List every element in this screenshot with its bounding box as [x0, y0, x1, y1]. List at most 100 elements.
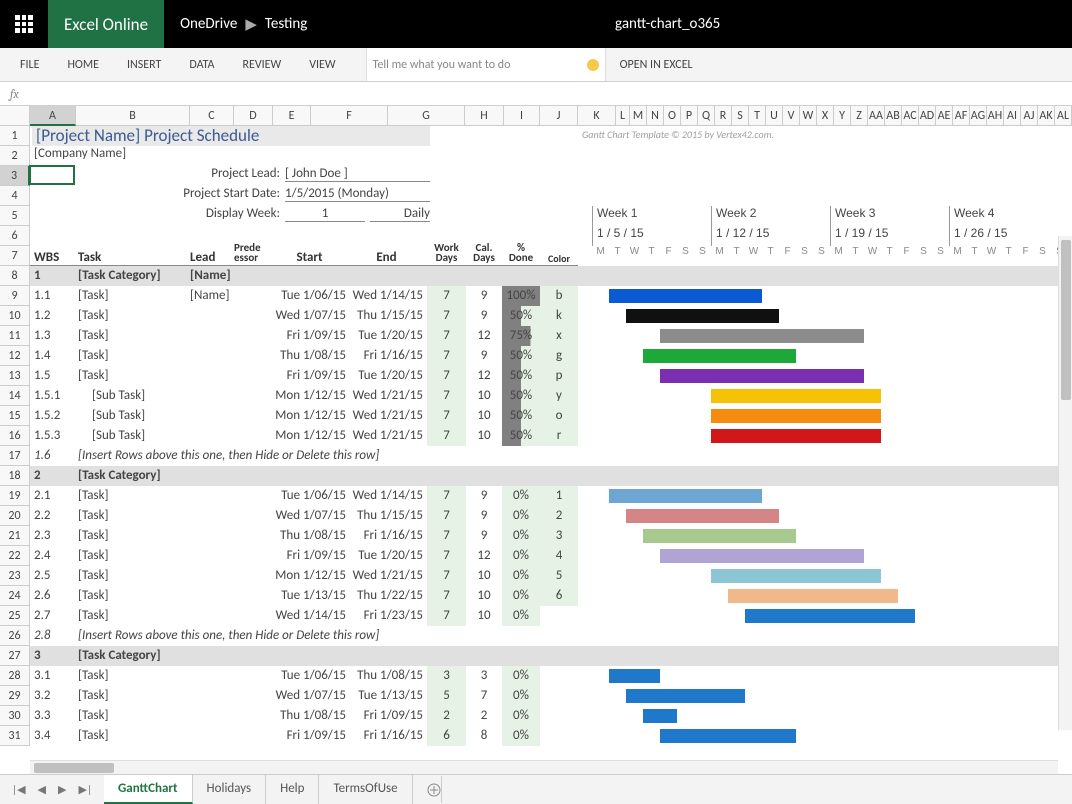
col-AL[interactable]: AL [1055, 106, 1072, 126]
sheet-tab-ganttchart[interactable]: GanttChart [104, 775, 193, 804]
col-W[interactable]: W [800, 106, 817, 126]
row-31[interactable]: 31 [0, 726, 30, 746]
row-8[interactable]: 8 [0, 266, 30, 286]
col-U[interactable]: U [766, 106, 783, 126]
task-row[interactable]: 1.5.2[Sub Task]Mon 1/12/15Wed 1/21/15710… [30, 406, 1072, 426]
col-J[interactable]: J [540, 106, 578, 126]
col-L[interactable]: L [616, 106, 630, 126]
col-D[interactable]: D [234, 106, 273, 126]
row-7[interactable]: 7 [0, 246, 30, 266]
row-9[interactable]: 9 [0, 286, 30, 306]
row-21[interactable]: 21 [0, 526, 30, 546]
row-1[interactable]: 1 [0, 126, 30, 146]
task-row[interactable]: 1[Task Category][Name] [30, 266, 1072, 286]
col-AA[interactable]: AA [868, 106, 885, 126]
row-13[interactable]: 13 [0, 366, 30, 386]
task-row[interactable]: 1.3[Task]Fri 1/09/15Tue 1/20/1571275%x [30, 326, 1072, 346]
menu-review[interactable]: REVIEW [228, 50, 295, 80]
task-row[interactable]: 1.1[Task][Name]Tue 1/06/15Wed 1/14/15791… [30, 286, 1072, 306]
col-Y[interactable]: Y [834, 106, 851, 126]
row-29[interactable]: 29 [0, 686, 30, 706]
row-3[interactable]: 3 [0, 166, 30, 186]
col-P[interactable]: P [681, 106, 698, 126]
task-row[interactable]: 2.6[Task]Tue 1/13/15Thu 1/22/157100%6 [30, 586, 1072, 606]
col-AK[interactable]: AK [1038, 106, 1055, 126]
sheet-tab-holidays[interactable]: Holidays [193, 775, 267, 804]
task-row[interactable]: 1.5.1[Sub Task]Mon 1/12/15Wed 1/21/15710… [30, 386, 1072, 406]
task-row[interactable]: 1.2[Task]Wed 1/07/15Thu 1/15/157950%k [30, 306, 1072, 326]
row-23[interactable]: 23 [0, 566, 30, 586]
menu-view[interactable]: VIEW [295, 50, 349, 80]
row-16[interactable]: 16 [0, 426, 30, 446]
horizontal-scrollbar[interactable] [30, 760, 1058, 774]
sheet-nav-first[interactable]: |◀ [8, 781, 30, 798]
col-AI[interactable]: AI [1004, 106, 1021, 126]
task-row[interactable]: 2.7[Task]Wed 1/14/15Fri 1/23/157100% [30, 606, 1072, 626]
row-11[interactable]: 11 [0, 326, 30, 346]
task-row[interactable]: 3.3[Task]Thu 1/08/15Fri 1/09/15220% [30, 706, 1072, 726]
col-C[interactable]: C [190, 106, 234, 126]
col-AG[interactable]: AG [970, 106, 987, 126]
row-25[interactable]: 25 [0, 606, 30, 626]
col-AE[interactable]: AE [936, 106, 953, 126]
col-K[interactable]: K [578, 106, 616, 126]
col-AD[interactable]: AD [919, 106, 936, 126]
col-AB[interactable]: AB [885, 106, 902, 126]
row-10[interactable]: 10 [0, 306, 30, 326]
task-row[interactable]: 3.1[Task]Tue 1/06/15Thu 1/08/15330% [30, 666, 1072, 686]
row-17[interactable]: 17 [0, 446, 30, 466]
row-2[interactable]: 2 [0, 146, 30, 166]
sheet-tab-termsofuse[interactable]: TermsOfUse [319, 775, 412, 804]
col-T[interactable]: T [749, 106, 766, 126]
col-N[interactable]: N [647, 106, 664, 126]
row-27[interactable]: 27 [0, 646, 30, 666]
col-H[interactable]: H [465, 106, 504, 126]
menu-home[interactable]: HOME [53, 50, 113, 80]
col-I[interactable]: I [504, 106, 540, 126]
task-row[interactable]: 3[Task Category] [30, 646, 1072, 666]
row-5[interactable]: 5 [0, 206, 30, 226]
task-row[interactable]: 2.1[Task]Tue 1/06/15Wed 1/14/15790%1 [30, 486, 1072, 506]
col-AF[interactable]: AF [953, 106, 970, 126]
col-R[interactable]: R [715, 106, 732, 126]
col-M[interactable]: M [630, 106, 647, 126]
breadcrumb-root[interactable]: OneDrive [180, 15, 237, 33]
row-22[interactable]: 22 [0, 546, 30, 566]
task-row[interactable]: 2.2[Task]Wed 1/07/15Thu 1/15/15790%2 [30, 506, 1072, 526]
task-row[interactable]: 1.5.3[Sub Task]Mon 1/12/15Wed 1/21/15710… [30, 426, 1072, 446]
select-all-cell[interactable] [0, 106, 30, 126]
col-Q[interactable]: Q [698, 106, 715, 126]
task-row[interactable]: 1.6[Insert Rows above this one, then Hid… [30, 446, 1072, 466]
row-18[interactable]: 18 [0, 466, 30, 486]
task-row[interactable]: 2[Task Category] [30, 466, 1072, 486]
sheet-nav-next[interactable]: ▶ [54, 781, 70, 798]
row-headers[interactable]: 1234567891011121314151617181920212223242… [0, 126, 30, 746]
open-in-excel-button[interactable]: OPEN IN EXCEL [606, 50, 707, 80]
sheet-nav-prev[interactable]: ◀ [34, 781, 50, 798]
menu-data[interactable]: DATA [175, 50, 228, 80]
column-headers[interactable]: ABCDEFGHIJKLMNOPQRSTUVWXYZAAABACADAEAFAG… [30, 106, 1072, 126]
col-G[interactable]: G [388, 106, 465, 126]
col-AJ[interactable]: AJ [1021, 106, 1038, 126]
cells-area[interactable]: [Project Name] Project Schedule Gantt Ch… [30, 126, 1072, 774]
col-S[interactable]: S [732, 106, 749, 126]
col-AH[interactable]: AH [987, 106, 1004, 126]
task-row[interactable]: 1.4[Task]Thu 1/08/15Fri 1/16/157950%g [30, 346, 1072, 366]
task-row[interactable]: 3.2[Task]Wed 1/07/15Tue 1/13/15570% [30, 686, 1072, 706]
col-AC[interactable]: AC [902, 106, 919, 126]
task-row[interactable]: 2.8[Insert Rows above this one, then Hid… [30, 626, 1072, 646]
col-Z[interactable]: Z [851, 106, 868, 126]
row-26[interactable]: 26 [0, 626, 30, 646]
col-E[interactable]: E [273, 106, 311, 126]
task-row[interactable]: 2.3[Task]Thu 1/08/15Fri 1/16/15790%3 [30, 526, 1072, 546]
task-row[interactable]: 2.5[Task]Mon 1/12/15Wed 1/21/157100%5 [30, 566, 1072, 586]
task-row[interactable]: 2.4[Task]Fri 1/09/15Tue 1/20/157120%4 [30, 546, 1072, 566]
formula-bar[interactable]: fx [0, 82, 1072, 106]
task-row[interactable]: 3.4[Task]Fri 1/09/15Fri 1/16/15680% [30, 726, 1072, 746]
tell-me-input[interactable]: Tell me what you want to do [366, 48, 606, 81]
col-O[interactable]: O [664, 106, 681, 126]
col-B[interactable]: B [76, 106, 190, 126]
task-row[interactable]: 1.5[Task]Fri 1/09/15Tue 1/20/1571250%p [30, 366, 1072, 386]
app-launcher[interactable] [0, 0, 48, 48]
row-20[interactable]: 20 [0, 506, 30, 526]
